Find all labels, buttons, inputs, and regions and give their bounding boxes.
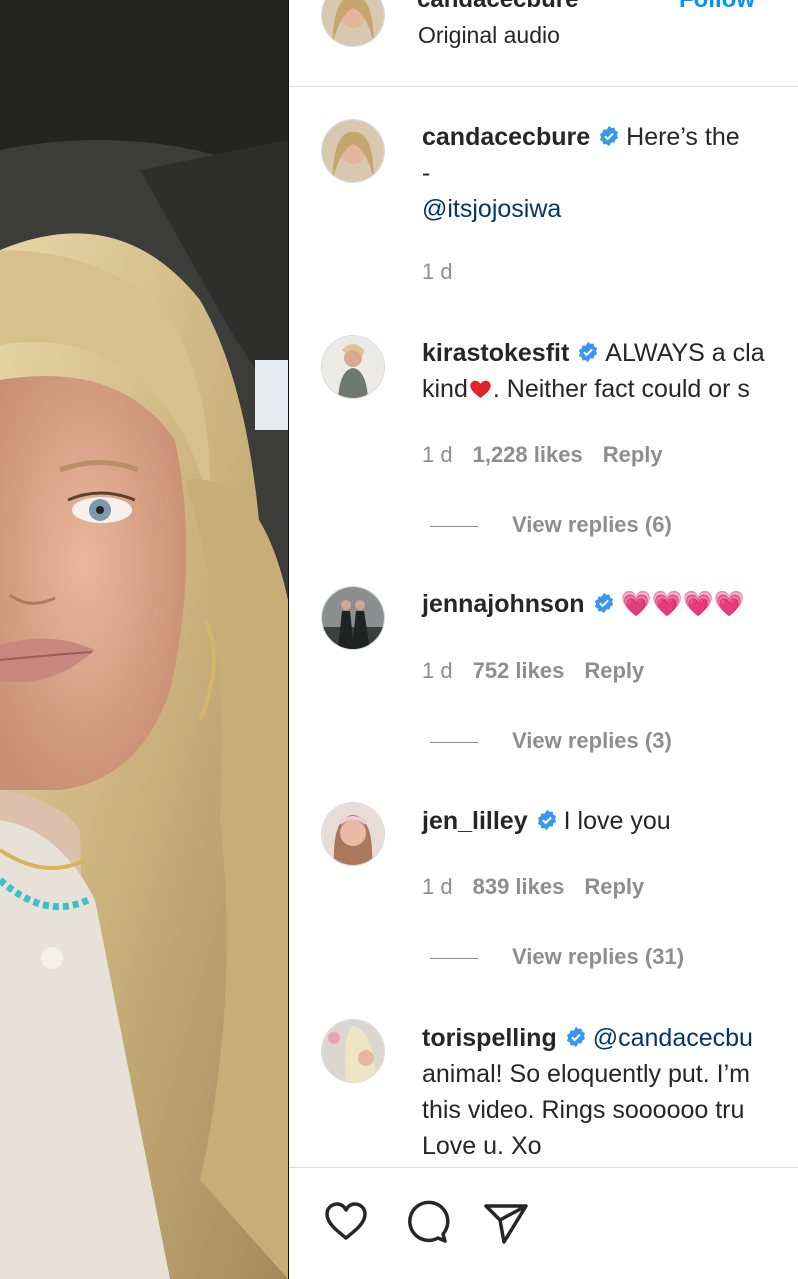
caption-mention[interactable]: @itsjojosiwa <box>422 191 561 227</box>
comment-username[interactable]: kirastokesfit <box>422 339 569 367</box>
comment-line-2: animal! So eloquently put. I’m <box>422 1060 750 1088</box>
comment-likes[interactable]: 839 likes <box>473 874 565 899</box>
comment-likes[interactable]: 752 likes <box>473 658 565 683</box>
comment-username[interactable]: torispelling <box>422 1024 557 1052</box>
audio-label[interactable]: Original audio <box>418 22 560 49</box>
red-heart-icon <box>470 380 491 398</box>
comment-line-3: this video. Rings soooooo tru <box>422 1096 745 1124</box>
comment-meta: 1 d 752 likes Reply <box>422 658 644 684</box>
view-replies-label: View replies (31) <box>512 944 685 969</box>
post-author-username[interactable]: candacecbure <box>417 0 578 14</box>
follow-button[interactable]: Follow <box>679 0 755 14</box>
comment-line-1: kirastokesfit ALWAYS a cla <box>422 335 765 371</box>
comment-username[interactable]: jen_lilley <box>422 807 528 835</box>
caption-username[interactable]: candacecbure <box>422 123 590 151</box>
heart-icon[interactable] <box>322 1198 370 1246</box>
caption-line-2: - <box>422 159 431 187</box>
comment-line-2: kind . Neither fact could or s <box>422 371 750 407</box>
author-avatar[interactable] <box>322 0 384 46</box>
view-replies-label: View replies (3) <box>512 728 672 753</box>
verified-badge-icon <box>594 592 613 614</box>
view-replies-label: View replies (6) <box>512 512 672 537</box>
view-replies-button[interactable]: View replies (3) <box>430 728 672 754</box>
caption-time: 1 d <box>422 259 453 284</box>
reply-button[interactable]: Reply <box>584 874 644 899</box>
comment-time: 1 d <box>422 442 453 467</box>
comment-time: 1 d <box>422 658 453 683</box>
verified-badge-icon <box>579 341 598 363</box>
comment-text: ALWAYS a cla <box>605 339 765 367</box>
comment-text: . Neither fact could or s <box>492 375 750 403</box>
comment-avatar-kirastokesfit[interactable] <box>322 336 384 398</box>
comment-avatar-jen-lilley[interactable] <box>322 803 384 865</box>
reply-button[interactable]: Reply <box>603 442 663 467</box>
comment-avatar-jennajohnson[interactable] <box>322 587 384 649</box>
comment-text: kind <box>422 375 468 403</box>
verified-badge-icon <box>537 809 556 831</box>
comment-emoji-text: 💗💗💗💗 <box>620 590 746 618</box>
caption-line-1: candacecbure Here’s the <box>422 119 740 155</box>
view-replies-button[interactable]: View replies (6) <box>430 512 672 538</box>
comment-mention[interactable]: @candacecbu <box>593 1024 753 1052</box>
verified-badge-icon <box>600 125 619 147</box>
comment-meta: 1 d 1,228 likes Reply <box>422 442 663 468</box>
comment-username[interactable]: jennajohnson <box>422 590 585 618</box>
comments-panel[interactable]: candacecbure Follow Original audio canda… <box>289 0 798 1279</box>
comment-time: 1 d <box>422 874 453 899</box>
replies-dash <box>430 741 478 743</box>
header-divider <box>289 86 798 87</box>
replies-dash <box>430 957 478 959</box>
comment-avatar-torispelling[interactable] <box>322 1020 384 1082</box>
view-replies-button[interactable]: View replies (31) <box>430 944 684 970</box>
comment-likes[interactable]: 1,228 likes <box>473 442 583 467</box>
comment-line-1: jennajohnson 💗💗💗💗 <box>422 586 745 622</box>
comment-text: I love you <box>563 807 671 835</box>
verified-badge-icon <box>566 1026 585 1048</box>
action-bar <box>289 1167 798 1279</box>
comment-line-1: torispelling @candacecbu <box>422 1020 753 1056</box>
reply-button[interactable]: Reply <box>584 658 644 683</box>
reel-video[interactable] <box>0 0 288 1279</box>
replies-dash <box>430 525 478 527</box>
comment-line-1: jen_lilley I love you <box>422 803 671 839</box>
caption-avatar[interactable] <box>322 120 384 182</box>
comment-line-4: Love u. Xo <box>422 1132 542 1160</box>
caption-text: Here’s the <box>626 123 740 151</box>
comment-meta: 1 d 839 likes Reply <box>422 874 644 900</box>
comment-icon[interactable] <box>402 1198 450 1246</box>
send-icon[interactable] <box>482 1198 530 1246</box>
